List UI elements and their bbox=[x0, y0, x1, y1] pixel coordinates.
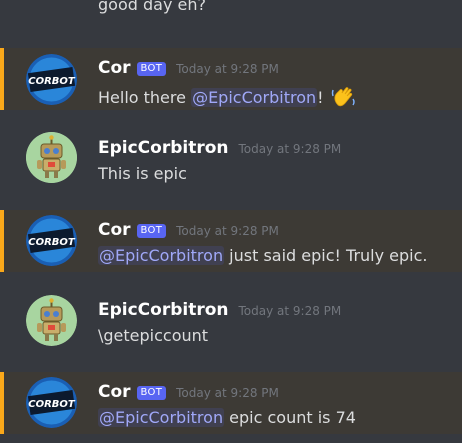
svg-text:CORBOT: CORBOT bbox=[28, 237, 76, 248]
corbot-avatar[interactable]: CORBOT bbox=[26, 54, 77, 105]
wave-emoji-icon bbox=[331, 84, 357, 112]
svg-text:CORBOT: CORBOT bbox=[28, 399, 76, 410]
message-header: EpicCorbitron Today at 9:28 PM bbox=[98, 138, 341, 158]
message-header: Cor BOT Today at 9:28 PM bbox=[98, 220, 279, 240]
username[interactable]: Cor bbox=[98, 58, 131, 78]
message-text: just said epic! Truly epic. bbox=[224, 246, 428, 265]
bot-tag: BOT bbox=[136, 224, 167, 238]
corbot-logo-icon: CORBOT bbox=[26, 377, 77, 428]
message-content: This is epic bbox=[98, 164, 187, 183]
bot-tag: BOT bbox=[136, 386, 167, 400]
message-content: Hello there @EpicCorbitron! bbox=[98, 84, 357, 112]
message-header: Cor BOT Today at 9:28 PM bbox=[98, 58, 279, 78]
robot-avatar[interactable] bbox=[26, 132, 77, 183]
message-item: EpicCorbitron Today at 9:28 PM This is e… bbox=[0, 128, 462, 190]
message-item: EpicCorbitron Today at 9:28 PM \getepicc… bbox=[0, 290, 462, 352]
user-mention[interactable]: @EpicCorbitron bbox=[98, 246, 225, 265]
timestamp[interactable]: Today at 9:28 PM bbox=[239, 304, 342, 318]
username[interactable]: EpicCorbitron bbox=[98, 138, 229, 158]
timestamp[interactable]: Today at 9:28 PM bbox=[176, 62, 279, 76]
message-content: @EpicCorbitron epic count is 74 bbox=[98, 408, 356, 427]
username[interactable]: Cor bbox=[98, 382, 131, 402]
username[interactable]: Cor bbox=[98, 220, 131, 240]
user-mention[interactable]: @EpicCorbitron bbox=[191, 88, 318, 107]
corbot-logo-icon: CORBOT bbox=[26, 215, 77, 266]
message-text: Hello there bbox=[98, 88, 192, 107]
corbot-avatar[interactable]: CORBOT bbox=[26, 377, 77, 428]
message-item: CORBOT Cor BOT Today at 9:28 PM @EpicCor… bbox=[0, 210, 462, 272]
message-text: ! bbox=[317, 88, 324, 107]
message-text: This is epic bbox=[98, 164, 187, 183]
message-content: \getepiccount bbox=[98, 326, 208, 345]
message-header: EpicCorbitron Today at 9:28 PM bbox=[98, 300, 341, 320]
message-content: @EpicCorbitron just said epic! Truly epi… bbox=[98, 246, 427, 265]
corbot-avatar[interactable]: CORBOT bbox=[26, 215, 77, 266]
corbot-logo-icon: CORBOT bbox=[26, 54, 77, 105]
robot-avatar[interactable] bbox=[26, 295, 77, 346]
user-mention[interactable]: @EpicCorbitron bbox=[98, 408, 225, 427]
username[interactable]: EpicCorbitron bbox=[98, 300, 229, 320]
timestamp[interactable]: Today at 9:28 PM bbox=[239, 142, 342, 156]
robot-icon bbox=[26, 132, 77, 183]
message-text: epic count is 74 bbox=[224, 408, 356, 427]
message-text: \getepiccount bbox=[98, 326, 209, 345]
message-item: CORBOT Cor BOT Today at 9:28 PM Hello th… bbox=[0, 48, 462, 110]
svg-text:CORBOT: CORBOT bbox=[28, 76, 76, 87]
timestamp[interactable]: Today at 9:28 PM bbox=[176, 224, 279, 238]
message-item: CORBOT Cor BOT Today at 9:28 PM @EpicCor… bbox=[0, 372, 462, 434]
previous-message-fragment: good day eh? bbox=[98, 0, 206, 14]
bot-tag: BOT bbox=[136, 62, 167, 76]
message-header: Cor BOT Today at 9:28 PM bbox=[98, 382, 279, 402]
timestamp[interactable]: Today at 9:28 PM bbox=[176, 386, 279, 400]
robot-icon bbox=[26, 295, 77, 346]
